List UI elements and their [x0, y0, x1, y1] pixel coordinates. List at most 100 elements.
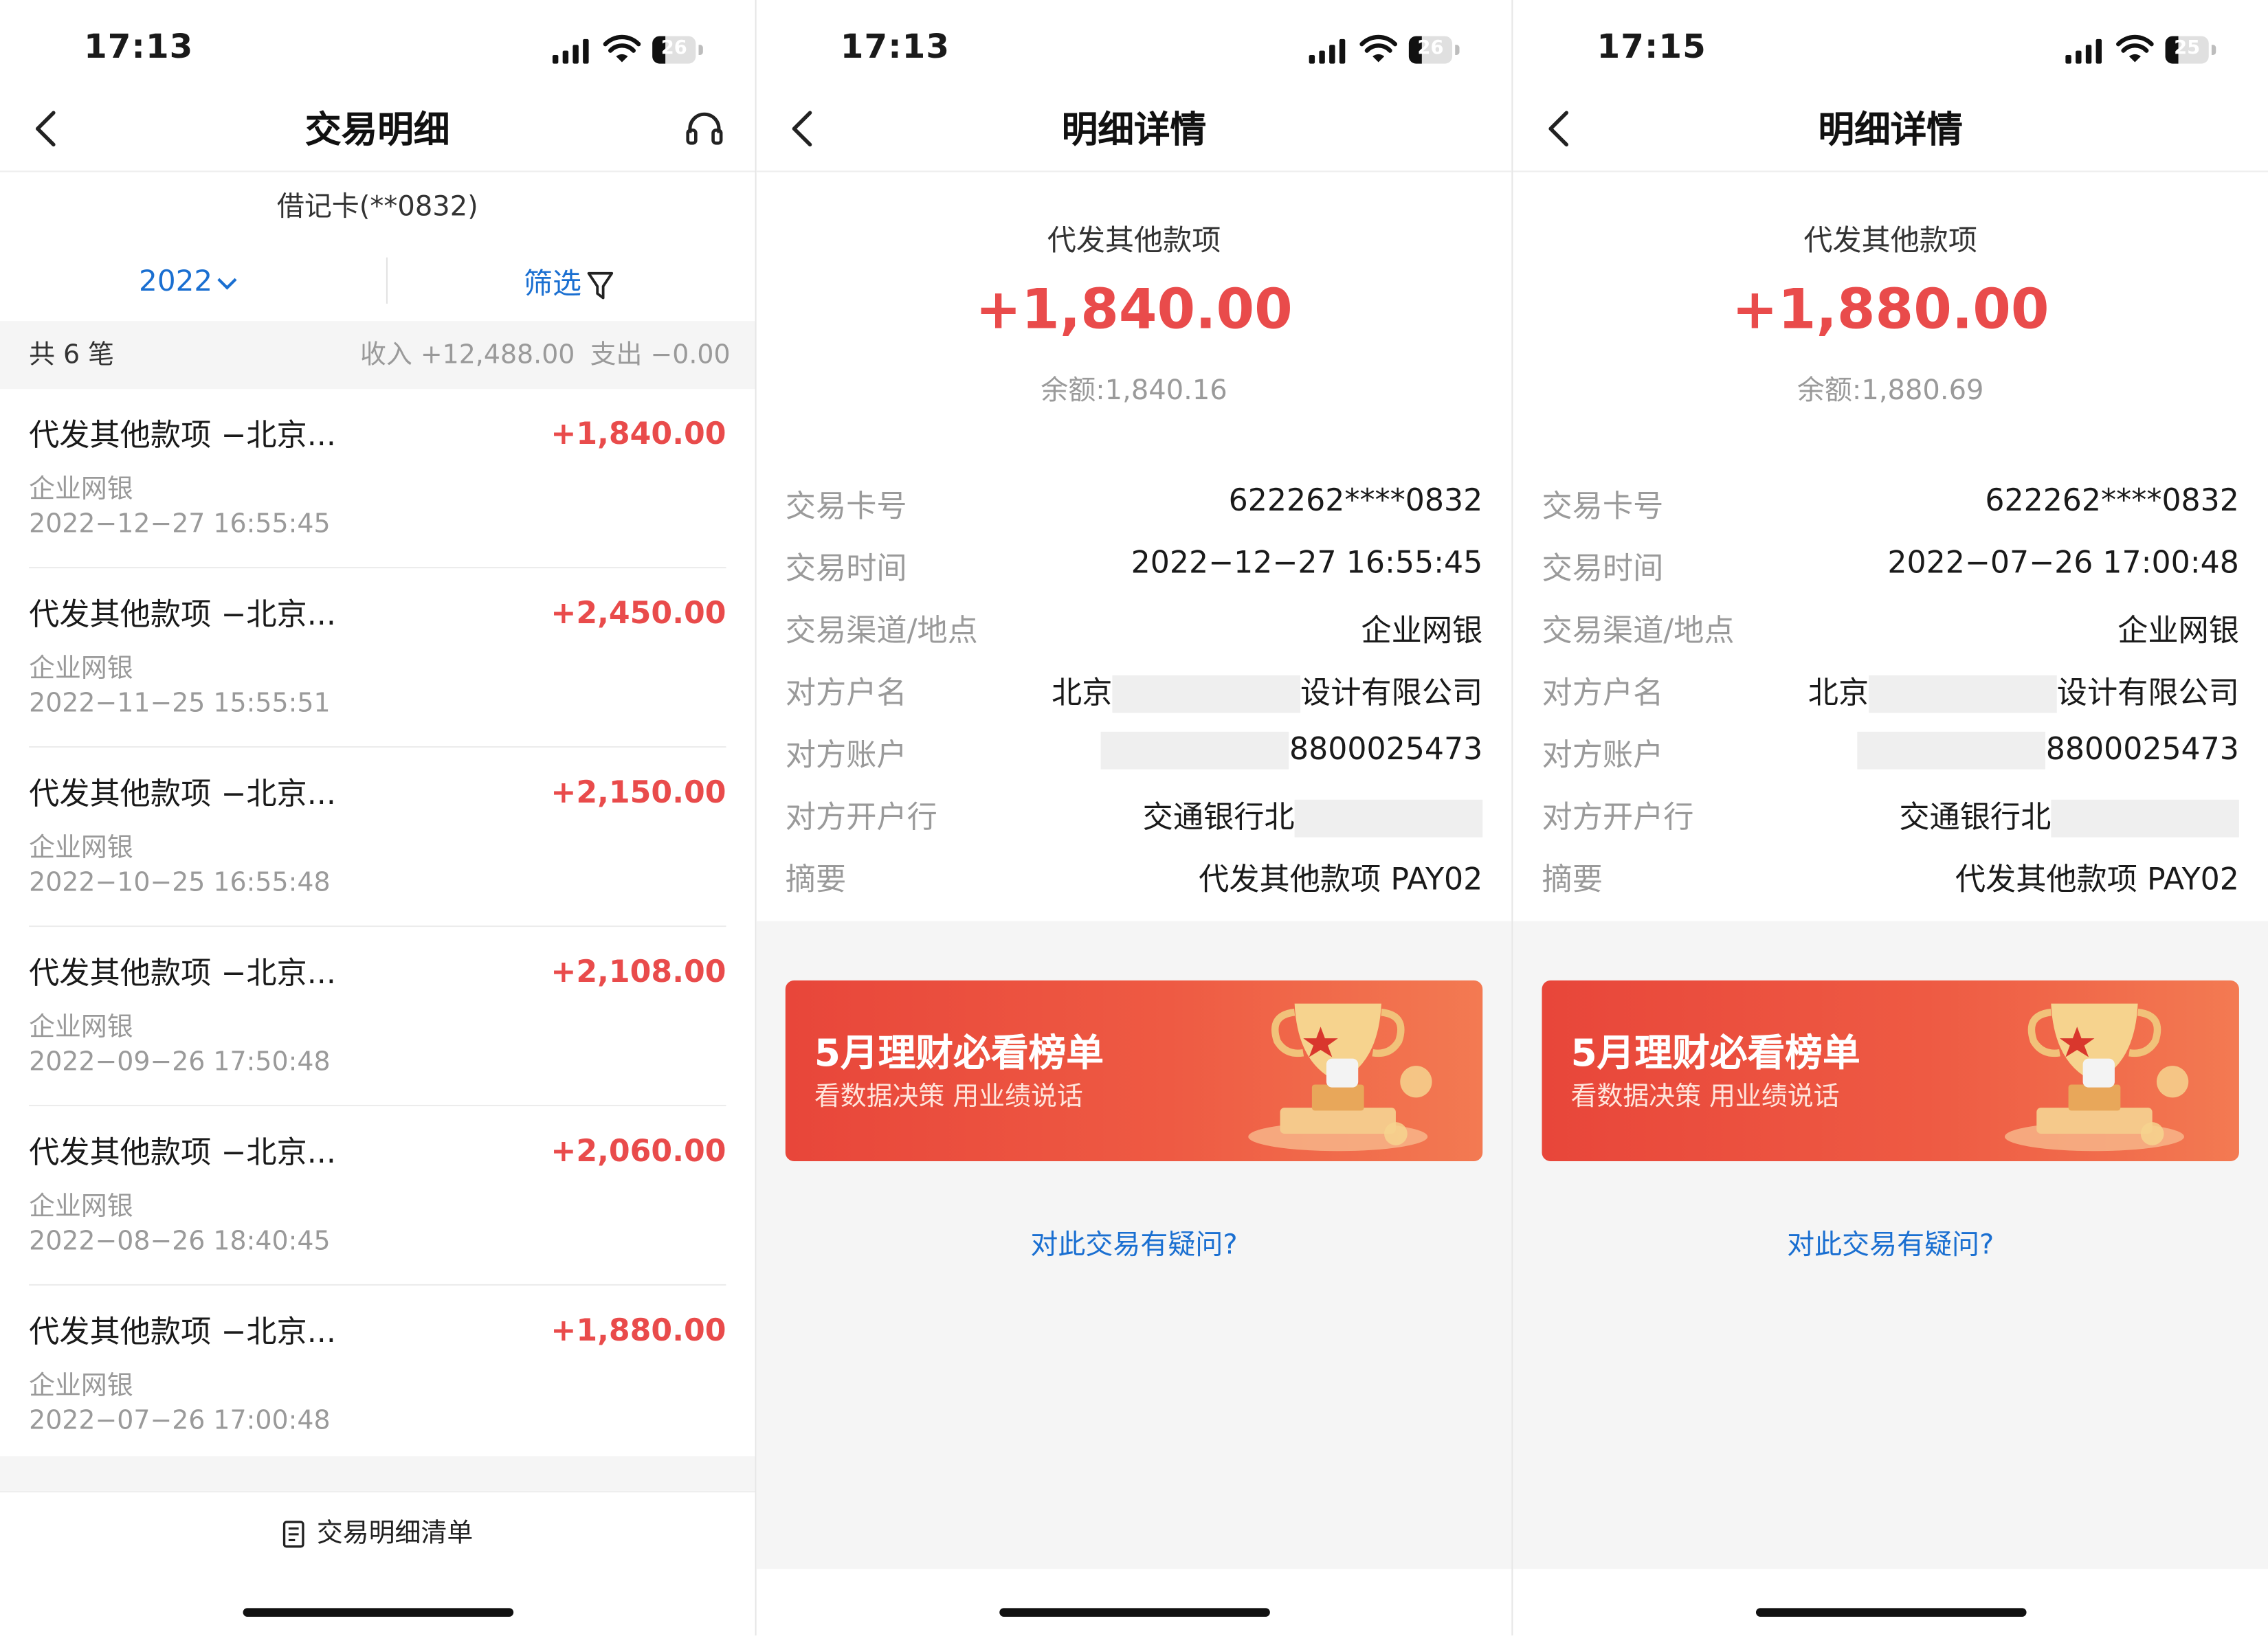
filter-divider — [386, 257, 388, 304]
payer-prefix: 北京 — [1052, 675, 1113, 710]
signal-icon — [1309, 38, 1350, 64]
summary-bar: 共 6 笔 收入 +12,488.00 支出 −0.00 — [0, 321, 755, 390]
headset-icon[interactable] — [682, 107, 726, 150]
detail-row-time: 交易时间 2022−12−27 16:55:45 — [786, 539, 1482, 601]
channel-label: 交易渠道/地点 — [785, 613, 978, 648]
redacted-block — [1101, 731, 1290, 770]
document-list-icon — [282, 1521, 304, 1548]
status-bar: 17:15 25 — [1513, 0, 2268, 101]
signal-icon — [2065, 38, 2106, 64]
home-indicator[interactable] — [999, 1608, 1270, 1617]
statement-footer[interactable]: 交易明细清单 — [0, 1490, 755, 1571]
detail-row-card: 交易卡号 622262****0832 — [786, 478, 1482, 539]
filter-label: 筛选 — [523, 266, 582, 301]
payer-suffix: 设计有限公司 — [2056, 675, 2239, 710]
transaction-amount: +2,060.00 — [551, 1134, 726, 1169]
year-label: 2022 — [139, 263, 213, 298]
banner-title: 5月理财必看榜单 — [1570, 1032, 1860, 1076]
status-time: 17:13 — [840, 29, 950, 67]
home-indicator[interactable] — [1755, 1608, 2027, 1617]
account-number: 8800025473 — [2045, 731, 2239, 767]
trophy-icon — [2004, 1003, 2189, 1152]
transaction-time: 2022−10−25 16:55:48 — [29, 867, 331, 898]
screenshot-root: 17:13 26 交易明细 借记卡(**0832) 2022 筛选 共 6 笔 … — [0, 0, 2268, 1636]
battery-icon: 25 — [2165, 36, 2216, 64]
bank-value: 交通银行北 — [1899, 794, 2239, 838]
statement-link[interactable]: 交易明细清单 — [282, 1512, 473, 1550]
battery-icon: 26 — [1408, 36, 1460, 64]
card-label: 借记卡(**0832) — [276, 190, 478, 223]
transaction-amount: +2,108.00 — [551, 954, 726, 989]
transaction-channel: 企业网银 — [29, 1191, 133, 1222]
list-item[interactable]: 代发其他款项 −北京... +1,880.00 企业网银 2022−07−26 … — [29, 1286, 726, 1464]
page-title: 交易明细 — [305, 108, 450, 150]
list-item[interactable]: 代发其他款项 −北京... +2,060.00 企业网银 2022−08−26 … — [29, 1106, 726, 1286]
time-label: 交易时间 — [1542, 550, 1664, 586]
list-item[interactable]: 代发其他款项 −北京... +1,840.00 企业网银 2022−12−27 … — [29, 389, 726, 569]
payer-prefix: 北京 — [1808, 675, 1869, 710]
filter-bar: 2022 筛选 — [0, 246, 755, 315]
promo-banner[interactable]: 5月理财必看榜单 看数据决策 用业绩说话 — [785, 980, 1483, 1161]
promo-banner[interactable]: 5月理财必看榜单 看数据决策 用业绩说话 — [1542, 980, 2239, 1161]
card-number-value: 622262****0832 — [1228, 482, 1483, 518]
transaction-channel: 企业网银 — [29, 653, 133, 684]
detail-row-bank: 对方开户行 交通银行北 — [785, 788, 1483, 850]
detail-fields: 交易卡号 622262****0832 交易时间 2022−12−27 16:55:… — [785, 478, 1483, 912]
transaction-amount: +1,840.00 — [975, 278, 1293, 341]
bank-name: 交通银行北 — [1142, 799, 1295, 835]
bank-value: 交通银行北 — [1142, 794, 1483, 838]
list-item[interactable]: 代发其他款项 −北京... +2,108.00 企业网银 2022−09−26 … — [29, 927, 726, 1107]
detail-row-channel: 交易渠道/地点 企业网银 — [1542, 602, 2239, 664]
list-item[interactable]: 代发其他款项 −北京... +2,450.00 企业网银 2022−11−25 … — [29, 568, 726, 748]
income-total: 收入 +12,488.00 — [360, 339, 575, 370]
question-link[interactable]: 对此交易有疑问? — [1513, 1223, 2268, 1262]
time-value: 2022−07−26 17:00:48 — [1887, 545, 2239, 580]
transaction-channel: 企业网银 — [29, 833, 133, 864]
balance-text: 余额:1,880.69 — [1797, 374, 1984, 407]
transaction-time: 2022−08−26 18:40:45 — [29, 1226, 331, 1257]
filter-button[interactable]: 筛选 — [524, 260, 615, 302]
detail-row-card: 交易卡号 622262****0832 — [1542, 478, 2239, 539]
detail-row-payer: 对方户名 北京 设计有限公司 — [786, 664, 1482, 726]
payer-label: 对方户名 — [785, 675, 907, 710]
signal-icon — [552, 38, 593, 64]
transaction-list: 代发其他款项 −北京... +1,840.00 企业网银 2022−12−27 … — [0, 389, 755, 1464]
transaction-detail-screen: 17:15 25 明细详情 代发其他款项 +1,880.00 余额:1,880.… — [1513, 0, 2268, 1636]
detail-row-bank: 对方开户行 交通银行北 — [1542, 788, 2239, 850]
status-time: 17:15 — [1597, 29, 1706, 67]
account-value: 8800025473 — [1858, 731, 2239, 770]
transaction-title: 代发其他款项 −北京... — [29, 956, 336, 991]
wifi-icon — [1359, 34, 1398, 63]
nav-bar: 交易明细 — [0, 87, 755, 172]
redacted-block — [1112, 675, 1301, 713]
transaction-time: 2022−07−26 17:00:48 — [29, 1405, 331, 1436]
transaction-amount: +2,450.00 — [551, 596, 726, 631]
transaction-amount: +2,150.00 — [551, 775, 726, 810]
transaction-title: 代发其他款项 −北京... — [29, 1314, 336, 1349]
nav-bar: 明细详情 — [756, 87, 1512, 172]
bank-label: 对方开户行 — [785, 799, 937, 835]
year-selector[interactable]: 2022 — [139, 263, 238, 298]
status-bar: 17:13 26 — [757, 0, 1512, 101]
memo-label: 摘要 — [785, 862, 847, 897]
question-link[interactable]: 对此交易有疑问? — [757, 1223, 1512, 1262]
transaction-channel: 企业网银 — [29, 1371, 133, 1402]
chevron-down-icon — [217, 277, 237, 289]
home-indicator[interactable] — [243, 1608, 514, 1617]
payer-value: 北京 设计有限公司 — [1808, 669, 2239, 713]
detail-row-channel: 交易渠道/地点 企业网银 — [786, 602, 1482, 664]
banner-subtitle: 看数据决策 用业绩说话 — [814, 1082, 1083, 1112]
transaction-type: 代发其他款项 — [1047, 223, 1221, 258]
status-time: 17:13 — [84, 29, 194, 67]
detail-row-memo: 摘要 代发其他款项 PAY02 — [1542, 851, 2239, 912]
bank-label: 对方开户行 — [1542, 799, 1694, 835]
battery-icon: 26 — [652, 36, 703, 64]
transaction-time: 2022−11−25 15:55:51 — [29, 688, 331, 719]
list-item[interactable]: 代发其他款项 −北京... +2,150.00 企业网银 2022−10−25 … — [29, 748, 726, 928]
account-value: 8800025473 — [1101, 731, 1482, 770]
list-bottom-spacer — [0, 1456, 755, 1491]
battery-level: 26 — [1417, 37, 1444, 60]
time-label: 交易时间 — [785, 550, 907, 586]
transaction-amount: +1,840.00 — [551, 416, 726, 451]
detail-row-payer: 对方户名 北京 设计有限公司 — [1542, 664, 2239, 726]
